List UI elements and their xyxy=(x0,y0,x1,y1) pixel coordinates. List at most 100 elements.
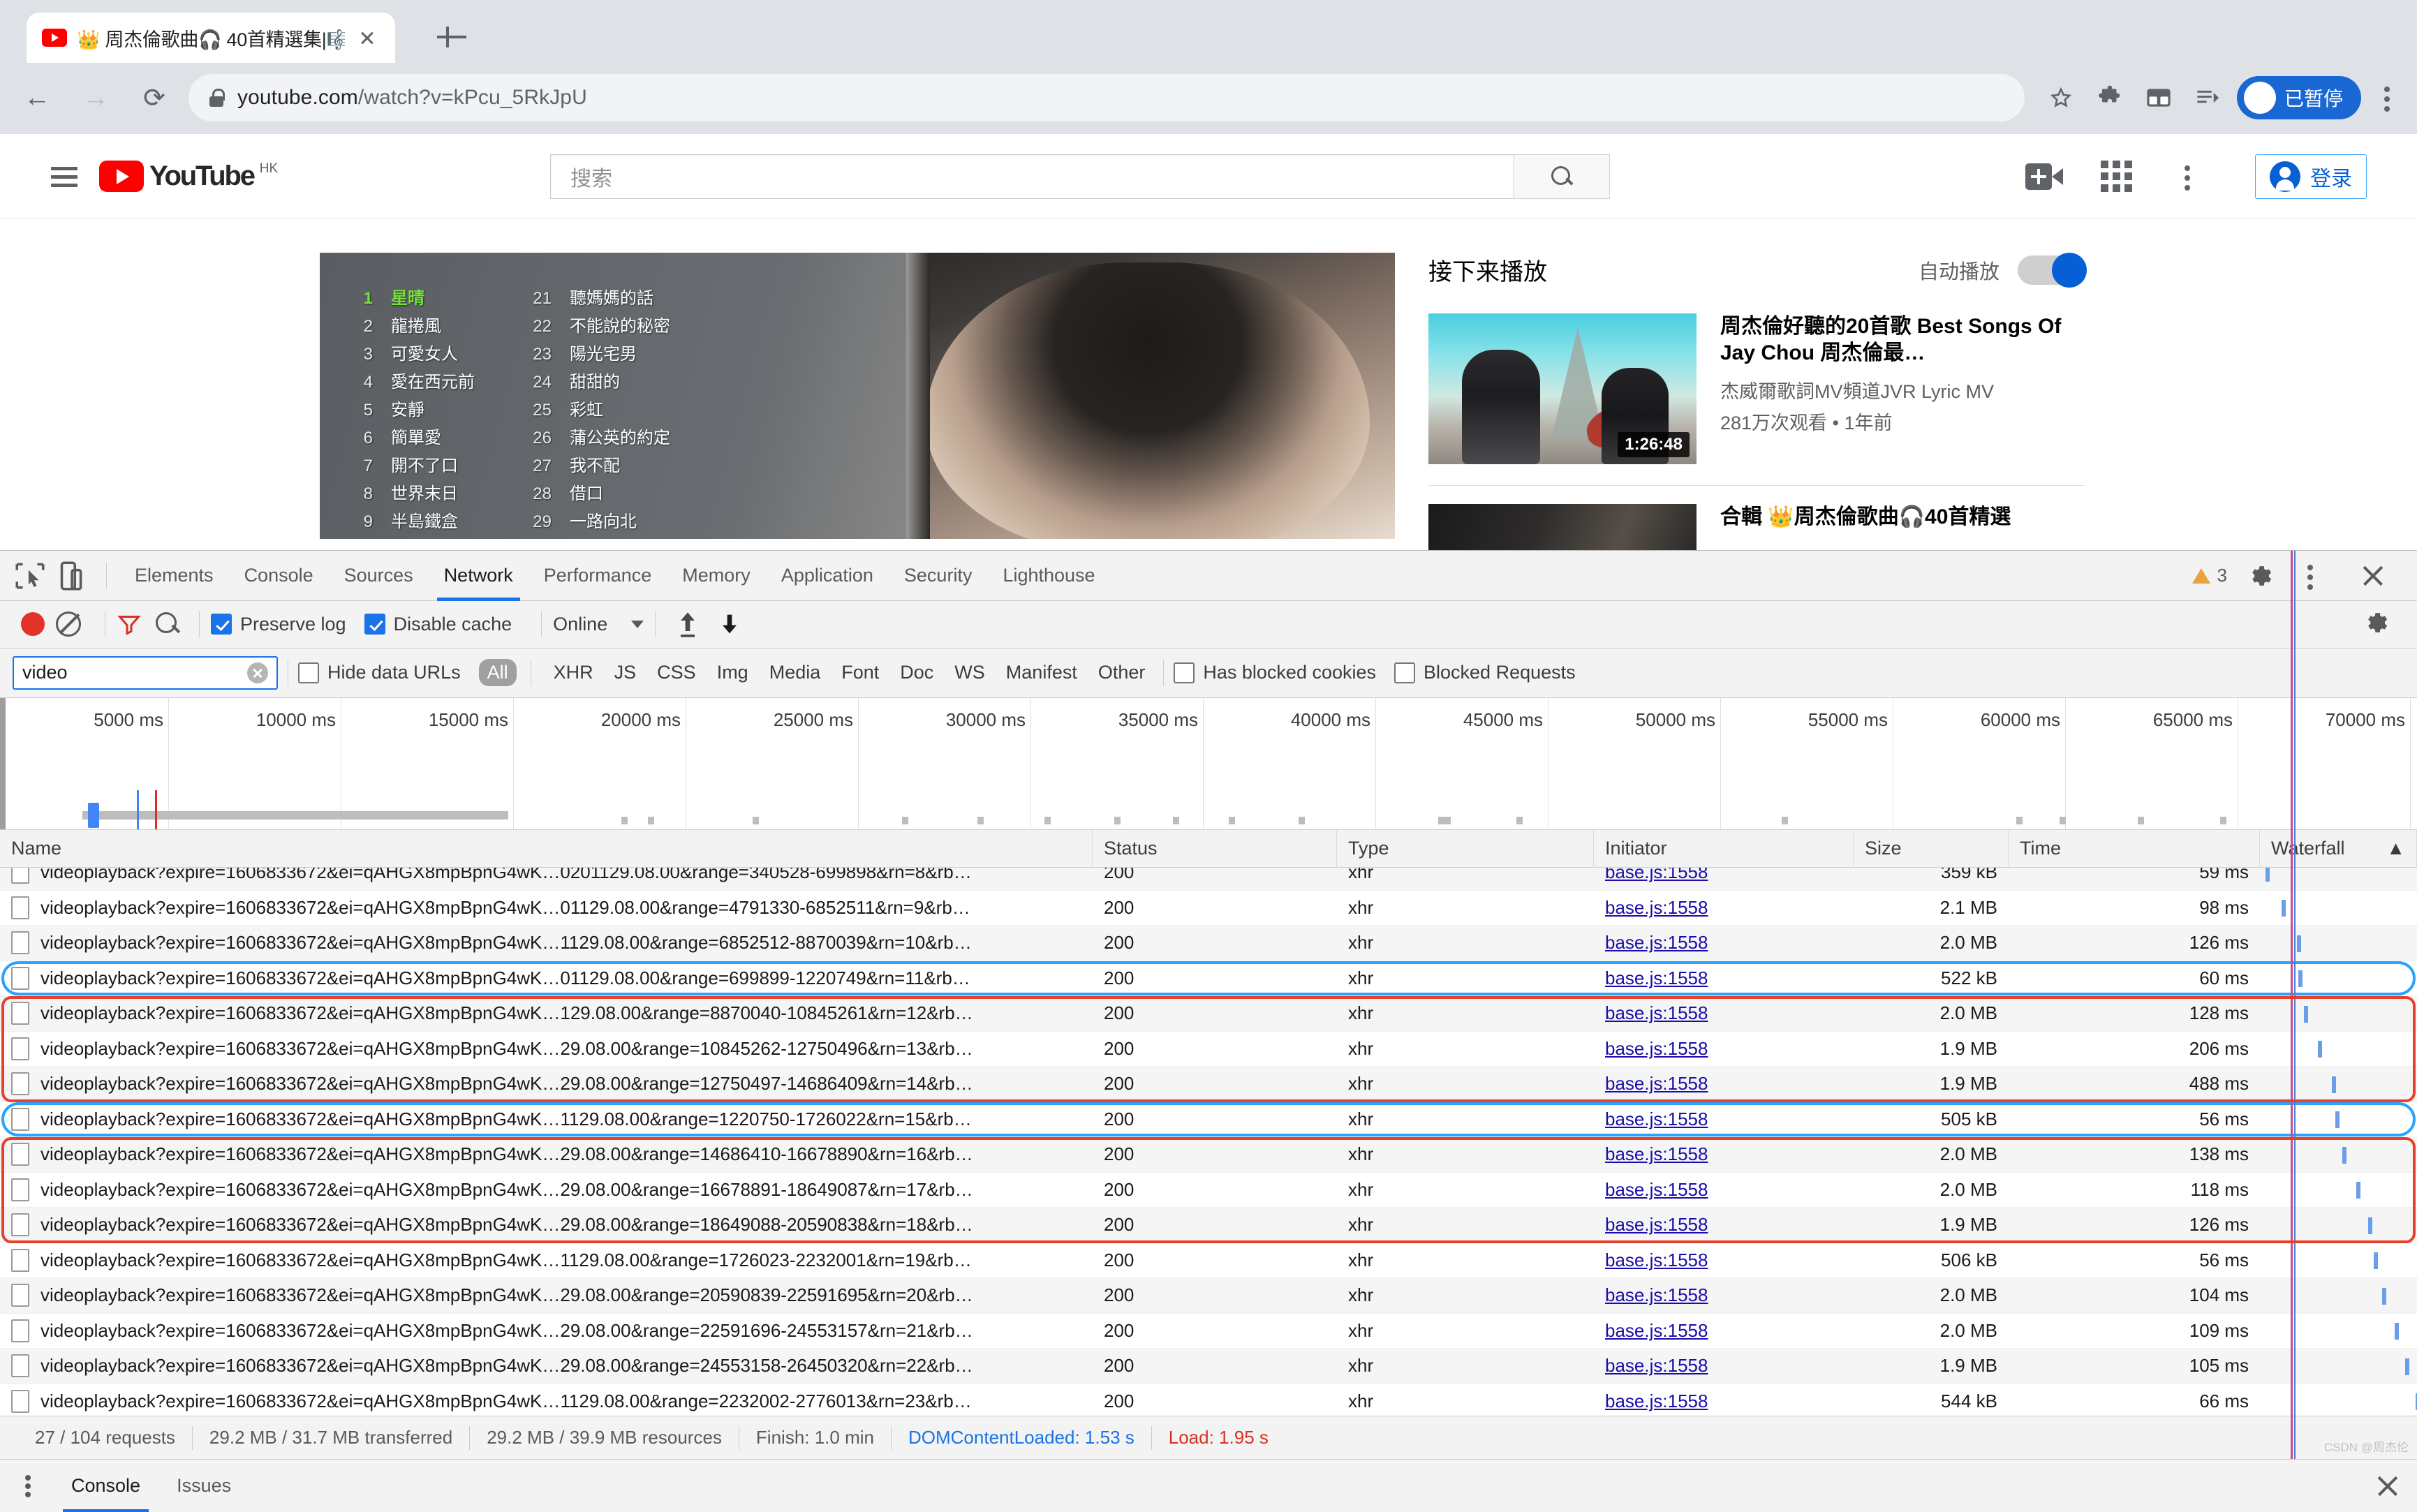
table-row[interactable]: videoplayback?expire=1606833672&ei=qAHGX… xyxy=(0,926,2417,961)
table-row[interactable]: videoplayback?expire=1606833672&ei=qAHGX… xyxy=(0,1314,2417,1349)
filter-type-other[interactable]: Other xyxy=(1090,659,1154,686)
has-blocked-cookies-checkbox[interactable]: Has blocked cookies xyxy=(1174,662,1376,683)
devtools-tab-sources[interactable]: Sources xyxy=(329,551,429,601)
request-initiator[interactable]: base.js:1558 xyxy=(1594,1313,1854,1349)
filter-type-manifest[interactable]: Manifest xyxy=(998,659,1086,686)
filter-type-font[interactable]: Font xyxy=(833,659,887,686)
request-initiator[interactable]: base.js:1558 xyxy=(1594,1278,1854,1314)
warning-badge[interactable]: 3 xyxy=(2191,565,2227,586)
table-row[interactable]: videoplayback?expire=1606833672&ei=qAHGX… xyxy=(0,891,2417,926)
new-tab-button[interactable] xyxy=(433,18,471,56)
inspect-element-icon[interactable] xyxy=(13,558,47,593)
network-overview-timeline[interactable]: 5000 ms 10000 ms 15000 ms 20000 ms 25000 ms 3… xyxy=(0,698,2417,831)
drawer-tab-console[interactable]: Console xyxy=(53,1460,158,1512)
table-row[interactable]: videoplayback?expire=1606833672&ei=qAHGX… xyxy=(0,1278,2417,1314)
bookmark-star-icon[interactable] xyxy=(2041,78,2080,117)
table-row[interactable]: videoplayback?expire=1606833672&ei=qAHGX… xyxy=(0,1349,2417,1384)
table-row[interactable]: videoplayback?expire=1606833672&ei=qAHGX… xyxy=(0,1137,2417,1173)
table-row[interactable]: videoplayback?expire=1606833672&ei=qAHGX… xyxy=(0,1384,2417,1416)
clear-filter-icon[interactable] xyxy=(247,662,268,683)
request-initiator[interactable]: base.js:1558 xyxy=(1594,961,1854,996)
request-initiator[interactable]: base.js:1558 xyxy=(1594,1102,1854,1137)
request-initiator[interactable]: base.js:1558 xyxy=(1594,1137,1854,1173)
extension-puzzle-icon[interactable] xyxy=(2090,78,2129,117)
filter-type-doc[interactable]: Doc xyxy=(892,659,942,686)
up-next-video-item[interactable]: 1:26:48 周杰倫好聽的20首歌 Best Songs Of Jay Cho… xyxy=(1428,313,2085,464)
up-next-video-item-2[interactable]: 合輯 👑周杰倫歌曲🎧40首精選 xyxy=(1428,504,2085,553)
devtools-more-icon[interactable] xyxy=(2293,556,2328,595)
devtools-tab-application[interactable]: Application xyxy=(766,551,889,601)
more-vertical-icon[interactable] xyxy=(2170,157,2205,196)
column-header-waterfall[interactable]: Waterfall ▲ xyxy=(2260,829,2417,868)
address-bar[interactable]: youtube.com/watch?v=kPcu_5RkJpU xyxy=(189,74,2025,121)
create-video-icon[interactable] xyxy=(2025,163,2063,190)
devtools-tab-security[interactable]: Security xyxy=(889,551,988,601)
request-initiator[interactable]: base.js:1558 xyxy=(1594,1384,1854,1416)
record-button[interactable] xyxy=(21,612,45,637)
autoplay-toggle[interactable] xyxy=(2018,252,2087,288)
filter-type-xhr[interactable]: XHR xyxy=(545,659,602,686)
close-icon[interactable] xyxy=(355,25,380,50)
table-row[interactable]: videoplayback?expire=1606833672&ei=qAHGX… xyxy=(0,961,2417,997)
forward-icon[interactable]: → xyxy=(74,76,117,119)
profile-paused-pill[interactable]: ⏸ 已暂停 xyxy=(2236,76,2361,119)
request-initiator[interactable]: base.js:1558 xyxy=(1594,1243,1854,1278)
network-settings-icon[interactable] xyxy=(2361,608,2404,641)
drawer-more-icon[interactable] xyxy=(13,1469,43,1504)
request-initiator[interactable]: base.js:1558 xyxy=(1594,926,1854,961)
reload-icon[interactable]: ⟳ xyxy=(133,76,176,119)
preserve-log-checkbox[interactable]: Preserve log xyxy=(211,614,346,635)
video-player[interactable]: 1 星晴 2 龍捲風 3 可愛女人 4 愛在西元前 5 安靜 6 簡單愛 7 開不了口 8 世界末日 9 半島鐵盒… xyxy=(320,253,1395,539)
export-har-icon[interactable] xyxy=(716,609,744,639)
reading-list-icon[interactable] xyxy=(2139,78,2178,117)
overview-selection-marker[interactable] xyxy=(88,803,99,829)
table-row[interactable]: videoplayback?expire=1606833672&ei=qAHGX… xyxy=(0,868,2417,891)
clear-button[interactable] xyxy=(56,612,81,637)
browser-tab[interactable]: 👑 周杰倫歌曲🎧 40首精選集|🎼年 xyxy=(27,13,395,63)
guide-menu-icon[interactable] xyxy=(46,158,82,195)
disable-cache-checkbox[interactable]: Disable cache xyxy=(364,614,512,635)
table-row[interactable]: videoplayback?expire=1606833672&ei=qAHGX… xyxy=(0,1102,2417,1138)
drawer-tab-issues[interactable]: Issues xyxy=(158,1460,249,1512)
browser-menu-icon[interactable] xyxy=(2370,78,2404,117)
filter-type-ws[interactable]: WS xyxy=(946,659,993,686)
request-initiator[interactable]: base.js:1558 xyxy=(1594,996,1854,1032)
filter-type-img[interactable]: Img xyxy=(709,659,757,686)
youtube-logo[interactable]: YouTube HK xyxy=(99,161,278,192)
devtools-tab-performance[interactable]: Performance xyxy=(529,551,667,601)
column-header-name[interactable]: Name xyxy=(0,829,1093,868)
devtools-tab-lighthouse[interactable]: Lighthouse xyxy=(987,551,1110,601)
column-header-time[interactable]: Time xyxy=(2009,829,2260,868)
table-row[interactable]: videoplayback?expire=1606833672&ei=qAHGX… xyxy=(0,996,2417,1032)
blocked-requests-checkbox[interactable]: Blocked Requests xyxy=(1394,662,1576,683)
close-drawer-icon[interactable] xyxy=(2374,1472,2402,1500)
search-input[interactable]: 搜索 xyxy=(550,154,1514,199)
filter-type-css[interactable]: CSS xyxy=(649,659,704,686)
table-row[interactable]: videoplayback?expire=1606833672&ei=qAHGX… xyxy=(0,1243,2417,1279)
devtools-tab-elements[interactable]: Elements xyxy=(119,551,229,601)
throttling-dropdown[interactable]: Online xyxy=(553,614,644,635)
request-initiator[interactable]: base.js:1558 xyxy=(1594,1349,1854,1384)
table-row[interactable]: videoplayback?expire=1606833672&ei=qAHGX… xyxy=(0,1173,2417,1208)
import-har-icon[interactable] xyxy=(674,609,702,639)
table-row[interactable]: videoplayback?expire=1606833672&ei=qAHGX… xyxy=(0,1032,2417,1067)
column-header-status[interactable]: Status xyxy=(1093,829,1337,868)
table-row[interactable]: videoplayback?expire=1606833672&ei=qAHGX… xyxy=(0,1208,2417,1243)
filter-type-js[interactable]: JS xyxy=(606,659,645,686)
table-row[interactable]: videoplayback?expire=1606833672&ei=qAHGX… xyxy=(0,1067,2417,1102)
request-initiator[interactable]: base.js:1558 xyxy=(1594,890,1854,926)
request-initiator[interactable]: base.js:1558 xyxy=(1594,1172,1854,1208)
filter-input[interactable]: video xyxy=(13,655,278,690)
devtools-tab-console[interactable]: Console xyxy=(229,551,329,601)
devtools-tab-network[interactable]: Network xyxy=(429,551,529,601)
media-control-icon[interactable] xyxy=(2188,78,2227,117)
filter-type-all[interactable]: All xyxy=(478,659,517,687)
apps-grid-icon[interactable] xyxy=(2101,161,2132,192)
search-button[interactable] xyxy=(1514,154,1611,199)
close-devtools-icon[interactable] xyxy=(2358,561,2388,591)
search-icon[interactable] xyxy=(156,612,179,636)
filter-funnel-icon[interactable] xyxy=(117,612,142,637)
request-initiator[interactable]: base.js:1558 xyxy=(1594,1208,1854,1243)
devtools-tab-memory[interactable]: Memory xyxy=(667,551,766,601)
column-header-size[interactable]: Size xyxy=(1854,829,2009,868)
